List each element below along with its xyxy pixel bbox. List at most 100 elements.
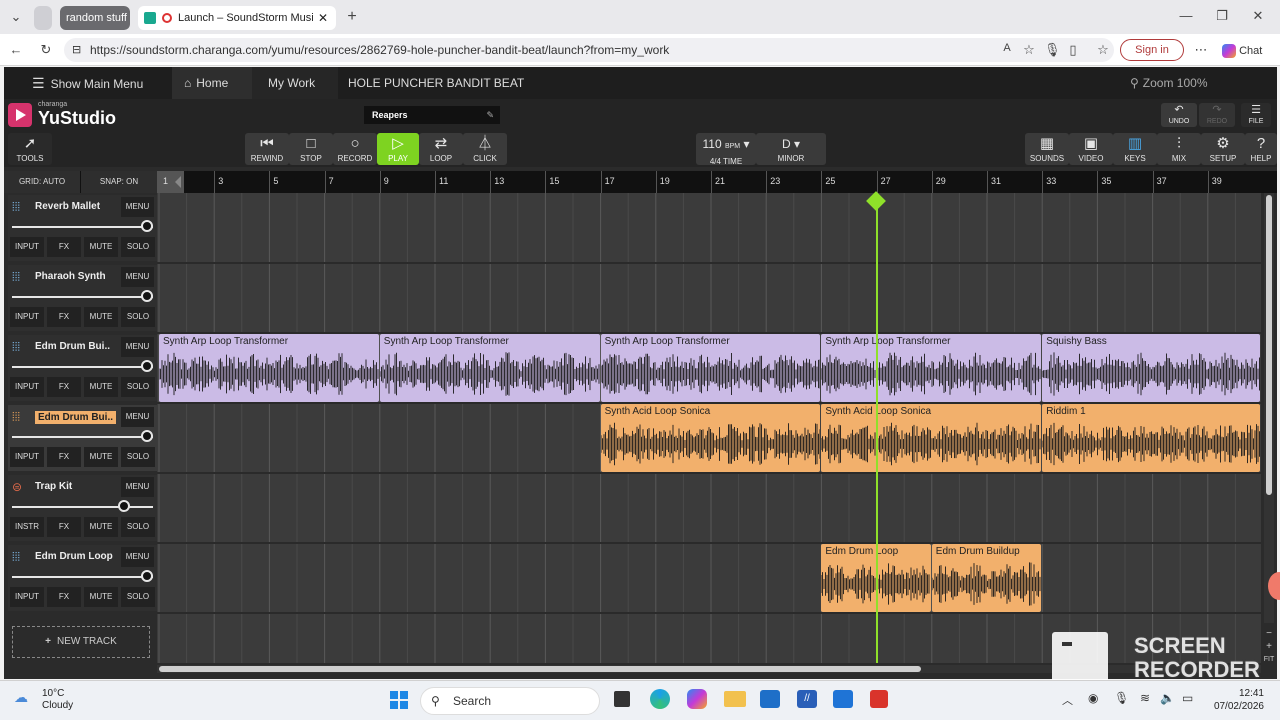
track-header[interactable]: ⦙⦙⦙ Edm Drum Bui.. MENU INPUT FX MUTE SOLO — [8, 335, 157, 401]
volume-knob[interactable] — [141, 220, 153, 232]
show-hidden-icons-icon[interactable]: ︿ — [1062, 692, 1073, 708]
tempo-button[interactable]: 110 BPM ▾ 4/4 TIME — [696, 133, 756, 166]
fx-button[interactable]: FX — [47, 447, 81, 467]
system-tray-icon[interactable]: ◉ — [1088, 691, 1098, 705]
track-name[interactable]: Reverb Mallet — [35, 201, 100, 212]
track-name[interactable]: Edm Drum Bui.. — [35, 341, 110, 352]
reading-view-icon[interactable]: ▯ — [1066, 43, 1080, 56]
solo-button[interactable]: SOLO — [121, 587, 155, 607]
rewind-button[interactable]: ⏮ REWIND — [245, 133, 289, 165]
vertical-scroll-thumb[interactable] — [1266, 195, 1272, 495]
volume-knob[interactable] — [141, 290, 153, 302]
audio-clip[interactable]: Synth Arp Loop Transformer — [159, 334, 379, 402]
mute-button[interactable]: MUTE — [84, 447, 118, 467]
track-header[interactable]: ⦙⦙⦙ Pharaoh Synth MENU INPUT FX MUTE SOLO — [8, 265, 157, 331]
site-info-icon[interactable]: ⊟ — [72, 38, 81, 62]
more-icon[interactable]: ⋯ — [1194, 43, 1208, 56]
copilot-app-icon[interactable] — [687, 689, 707, 709]
file-explorer-icon[interactable] — [724, 691, 746, 707]
mute-button[interactable]: MUTE — [84, 307, 118, 327]
project-name-field[interactable]: Reapers ✎ — [364, 106, 500, 124]
click-button[interactable]: ⏃ CLICK — [463, 133, 507, 165]
mute-button[interactable]: MUTE — [84, 517, 118, 537]
solo-button[interactable]: SOLO — [121, 237, 155, 257]
audio-clip[interactable]: Synth Arp Loop Transformer — [821, 334, 1042, 402]
solo-button[interactable]: SOLO — [121, 447, 155, 467]
audio-clip[interactable]: Synth Arp Loop Transformer — [600, 334, 821, 402]
close-tab-icon[interactable]: ✕ — [318, 11, 328, 25]
solo-button[interactable]: SOLO — [121, 517, 155, 537]
volume-slider[interactable] — [12, 226, 153, 228]
taskbar-search[interactable]: ⚲ Search — [420, 687, 600, 715]
keys-button[interactable]: ▥ KEYS — [1113, 133, 1157, 165]
grid-setting[interactable]: GRID: AUTO — [4, 171, 80, 193]
favorites-icon[interactable]: ☆ — [1096, 43, 1110, 56]
new-track-button[interactable]: + NEW TRACK — [12, 626, 150, 658]
fx-button[interactable]: FX — [47, 587, 81, 607]
file-button[interactable]: ☰ FILE — [1241, 103, 1271, 127]
bar-ruler[interactable]: 1 3 5 7 9 11 13 15 17 19 21 23 25 27 29 31 33 35 37 39 — [157, 171, 1261, 193]
app-icon[interactable]: // — [797, 690, 817, 708]
track-menu-button[interactable]: MENU — [121, 547, 154, 567]
audio-clip[interactable]: Edm Drum Buildup — [931, 544, 1042, 612]
vertical-scrollbar[interactable] — [1264, 193, 1274, 623]
track-menu-button[interactable]: MENU — [121, 337, 154, 357]
horizontal-scroll-thumb[interactable] — [159, 666, 921, 672]
track-header[interactable]: ⦙⦙⦙ Edm Drum Bui.. MENU INPUT FX MUTE SOLO — [8, 405, 157, 471]
outlook-icon[interactable] — [833, 690, 853, 708]
volume-knob[interactable] — [141, 570, 153, 582]
screen-recorder-app-icon[interactable] — [870, 690, 888, 708]
new-tab-icon[interactable]: + — [344, 9, 360, 25]
volume-knob[interactable] — [118, 500, 130, 512]
volume-slider[interactable] — [12, 506, 153, 508]
track-header[interactable]: ⊜ Trap Kit MENU INSTR FX MUTE SOLO — [8, 475, 157, 541]
mute-button[interactable]: MUTE — [84, 237, 118, 257]
volume-slider[interactable] — [12, 576, 153, 578]
zoom-control[interactable]: ⚲ Zoom 100% — [1130, 67, 1208, 99]
show-main-menu-button[interactable]: ☰ Show Main Menu — [32, 67, 143, 99]
fx-button[interactable]: FX — [47, 307, 81, 327]
track-menu-button[interactable]: MENU — [121, 477, 154, 497]
mute-button[interactable]: MUTE — [84, 587, 118, 607]
loop-button[interactable]: ⇄ LOOP — [419, 133, 463, 165]
track-menu-button[interactable]: MENU — [121, 407, 154, 427]
tools-button[interactable]: ➚ TOOLS — [8, 133, 52, 165]
tab-random-stuff[interactable]: random stuff — [60, 6, 130, 30]
input-button[interactable]: INPUT — [10, 307, 44, 327]
back-icon[interactable]: ← — [8, 43, 24, 56]
mute-button[interactable]: MUTE — [84, 377, 118, 397]
clock[interactable]: 12:41 07/02/2026 — [1206, 687, 1264, 713]
tab-launch-soundstorm[interactable]: Launch – SoundStorm Music E ✕ — [138, 6, 336, 30]
input-button[interactable]: INPUT — [10, 377, 44, 397]
pinned-tab[interactable] — [34, 6, 52, 30]
zoom-out-icon[interactable]: − — [1262, 627, 1276, 640]
redo-button[interactable]: ↷ REDO — [1199, 103, 1235, 127]
volume-slider[interactable] — [12, 436, 153, 438]
store-icon[interactable] — [760, 690, 780, 708]
url-field[interactable]: ⊟ https://soundstorm.charanga.com/yumu/r… — [64, 38, 1114, 62]
windows-start-icon[interactable] — [390, 691, 408, 709]
fx-button[interactable]: FX — [47, 517, 81, 537]
maximize-icon[interactable]: ❐ — [1214, 9, 1230, 22]
key-button[interactable]: D ▾ MINOR — [756, 133, 826, 165]
snap-setting[interactable]: SNAP: ON — [81, 171, 157, 193]
fx-button[interactable]: FX — [47, 237, 81, 257]
wifi-icon[interactable]: ≋ — [1140, 691, 1150, 705]
track-name[interactable]: Trap Kit — [35, 481, 72, 492]
stop-button[interactable]: □ STOP — [289, 133, 333, 165]
track-name[interactable]: Pharaoh Synth — [35, 271, 106, 282]
solo-button[interactable]: SOLO — [121, 307, 155, 327]
setup-button[interactable]: ⚙ SETUP — [1201, 133, 1245, 165]
track-name[interactable]: Edm Drum Loop — [35, 551, 113, 562]
input-button[interactable]: INPUT — [10, 587, 44, 607]
sounds-button[interactable]: ▦ SOUNDS — [1025, 133, 1069, 165]
playhead[interactable] — [865, 191, 886, 663]
read-aloud-icon[interactable]: A — [1000, 43, 1014, 54]
microphone-icon[interactable]: 🎙 — [1044, 43, 1061, 56]
arrangement-grid[interactable]: Synth Arp Loop Transformer Synth Arp Loop… — [157, 191, 1261, 663]
audio-clip[interactable]: Synth Arp Loop Transformer — [379, 334, 600, 402]
sign-in-button[interactable]: Sign in — [1120, 39, 1184, 61]
weather-widget[interactable]: 10°C Cloudy — [42, 688, 73, 712]
record-button[interactable]: ○ RECORD — [333, 133, 377, 165]
volume-slider[interactable] — [12, 366, 153, 368]
